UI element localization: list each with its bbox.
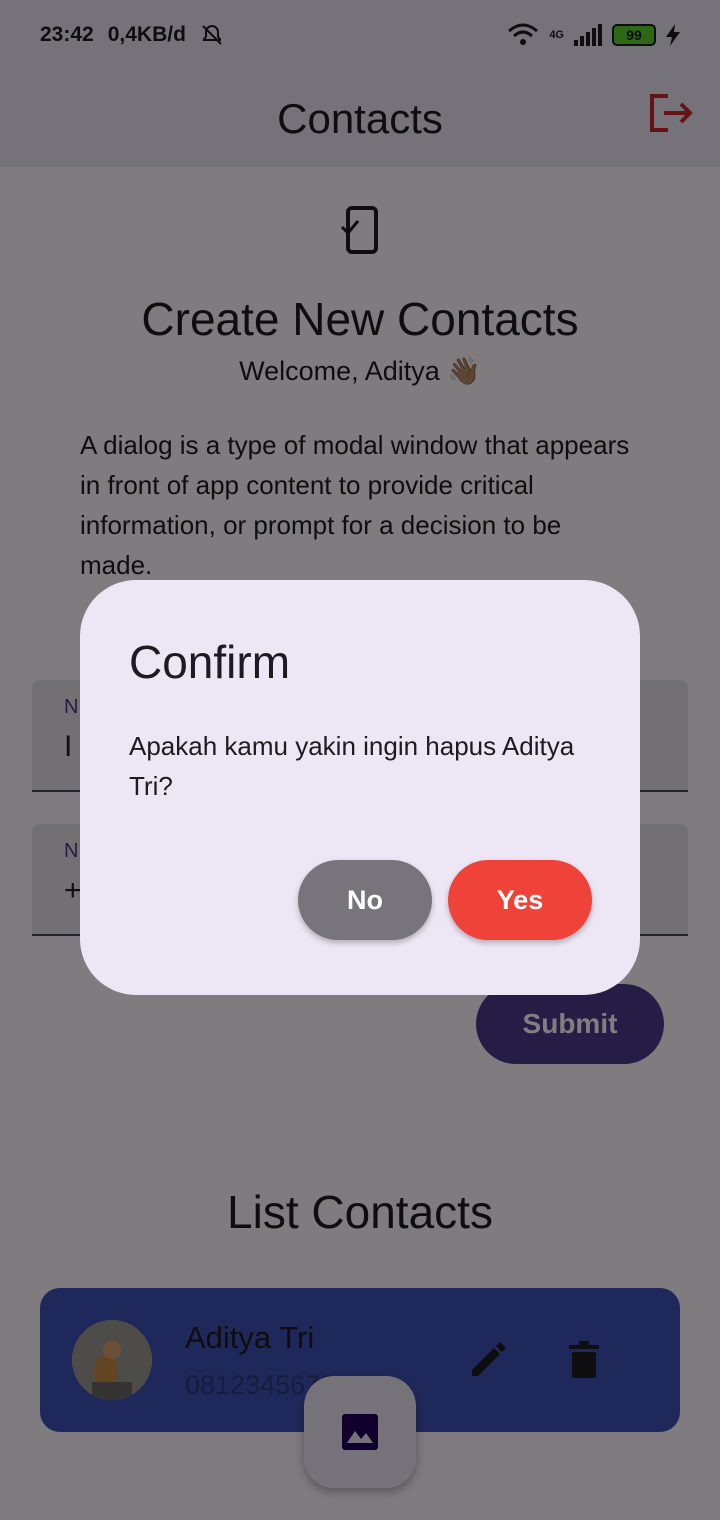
dialog-message: Apakah kamu yakin ingin hapus Aditya Tri… xyxy=(129,731,575,801)
yes-button[interactable]: Yes xyxy=(448,860,592,940)
confirm-dialog: Confirm Apakah kamu yakin ingin hapus Ad… xyxy=(80,580,640,995)
no-button[interactable]: No xyxy=(298,860,432,940)
dialog-title: Confirm xyxy=(129,636,291,688)
